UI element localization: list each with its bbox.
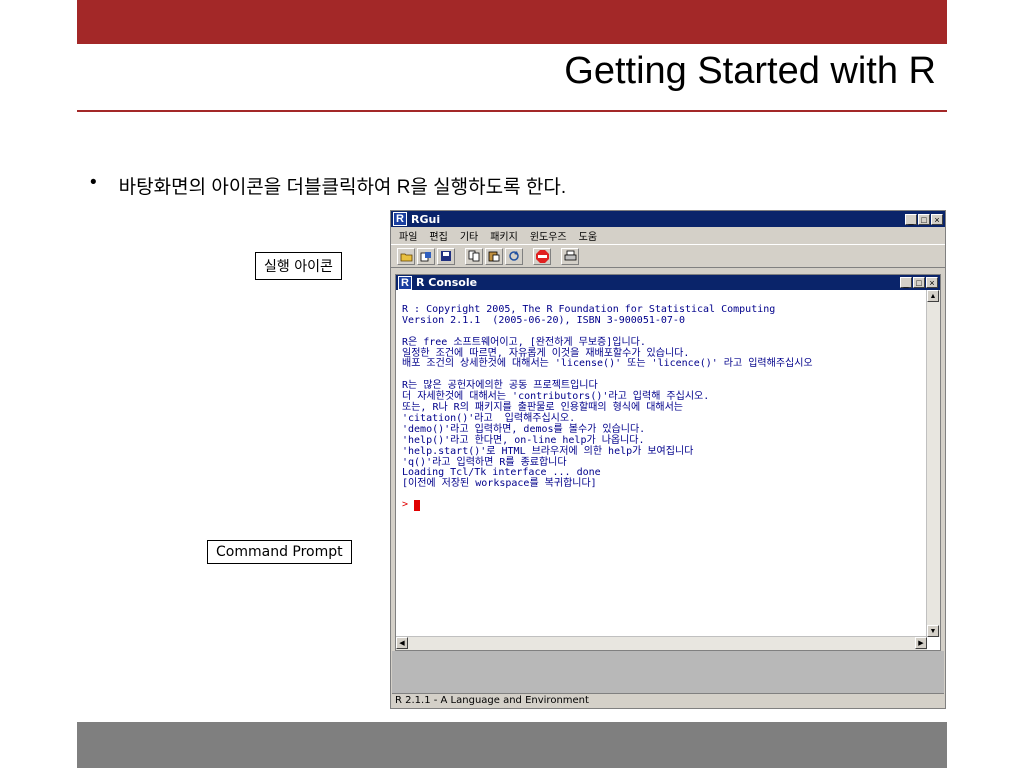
callout-run-icon: 실행 아이콘 [255,252,342,280]
open-script-icon[interactable] [397,247,415,265]
vertical-scrollbar[interactable]: ▲ ▼ [926,290,940,637]
bullet-text: 바탕화면의 아이콘을 더블클릭하여 R을 실행하도록 한다. [118,177,567,198]
paste-icon[interactable] [485,247,503,265]
bullet-mark: • [90,172,97,193]
console-line: 배포 조건의 상세한것에 대해서는 'license()' 또는 'licenc… [402,358,813,370]
console-line: [이전에 저장된 workspace를 복귀합니다] [402,478,597,490]
rgui-window: R RGui _ □ × 파일 편집 기타 패키지 윈도우즈 도움 R R Co… [390,210,946,709]
console-line: R은 free 소프트웨어이고, [완전하게 무보증]입니다. [402,336,646,348]
close-button[interactable]: × [931,213,943,225]
scroll-left-icon[interactable]: ◀ [396,637,408,649]
console-close-button[interactable]: × [926,277,938,288]
menu-windows[interactable]: 윈도우즈 [530,228,567,243]
callout-command-prompt: Command Prompt [207,540,352,564]
console-line: 'help()'라고 한다면, on-line help가 나옵니다. [402,434,645,446]
title-divider [77,110,947,112]
rgui-title: RGui [411,212,441,226]
save-icon[interactable] [437,247,455,265]
status-bar: R 2.1.1 - A Language and Environment [392,693,944,707]
menu-file[interactable]: 파일 [399,228,417,243]
scroll-right-icon[interactable]: ▶ [915,637,927,649]
console-minimize-button[interactable]: _ [900,277,912,288]
header-band [77,0,947,44]
maximize-button[interactable]: □ [918,213,930,225]
menu-misc[interactable]: 기타 [460,228,478,243]
r-console-window: R R Console _ □ × R : Copyright 2005, Th… [395,274,941,651]
copy-icon[interactable] [465,247,483,265]
console-titlebar[interactable]: R R Console _ □ × [396,275,940,290]
mdi-workspace [392,651,944,693]
command-prompt[interactable]: > [402,499,921,512]
toolbar [391,244,945,268]
bullet-item: • 바탕화면의 아이콘을 더블클릭하여 R을 실행하도록 한다. [90,172,566,199]
r-logo-icon: R [393,212,407,226]
console-output[interactable]: R : Copyright 2005, The R Foundation for… [396,290,927,637]
rgui-titlebar[interactable]: R RGui _ □ × [391,211,945,227]
minimize-button[interactable]: _ [905,213,917,225]
stop-icon[interactable] [533,247,551,265]
console-line: Version 2.1.1 (2005-06-20), ISBN 3-90005… [402,314,685,326]
text-cursor [414,500,421,512]
menu-bar: 파일 편집 기타 패키지 윈도우즈 도움 [391,227,945,244]
r-console-logo-icon: R [398,275,412,290]
scroll-down-icon[interactable]: ▼ [927,625,939,637]
menu-help[interactable]: 도움 [579,228,597,243]
menu-packages[interactable]: 패키지 [490,228,518,243]
scroll-up-icon[interactable]: ▲ [927,290,939,302]
horizontal-scrollbar[interactable]: ◀ ▶ [396,636,927,650]
console-line: 'help.start()'로 HTML 브라우저에 의한 help가 보여집니… [402,445,694,457]
slide-title: Getting Started with R [564,50,936,92]
print-icon[interactable] [561,247,579,265]
console-maximize-button[interactable]: □ [913,277,925,288]
footer-band [77,722,947,768]
prompt-symbol: > [402,499,409,511]
refresh-icon[interactable] [505,247,523,265]
menu-edit[interactable]: 편집 [429,228,447,243]
load-workspace-icon[interactable] [417,247,435,265]
console-title: R Console [416,276,478,289]
